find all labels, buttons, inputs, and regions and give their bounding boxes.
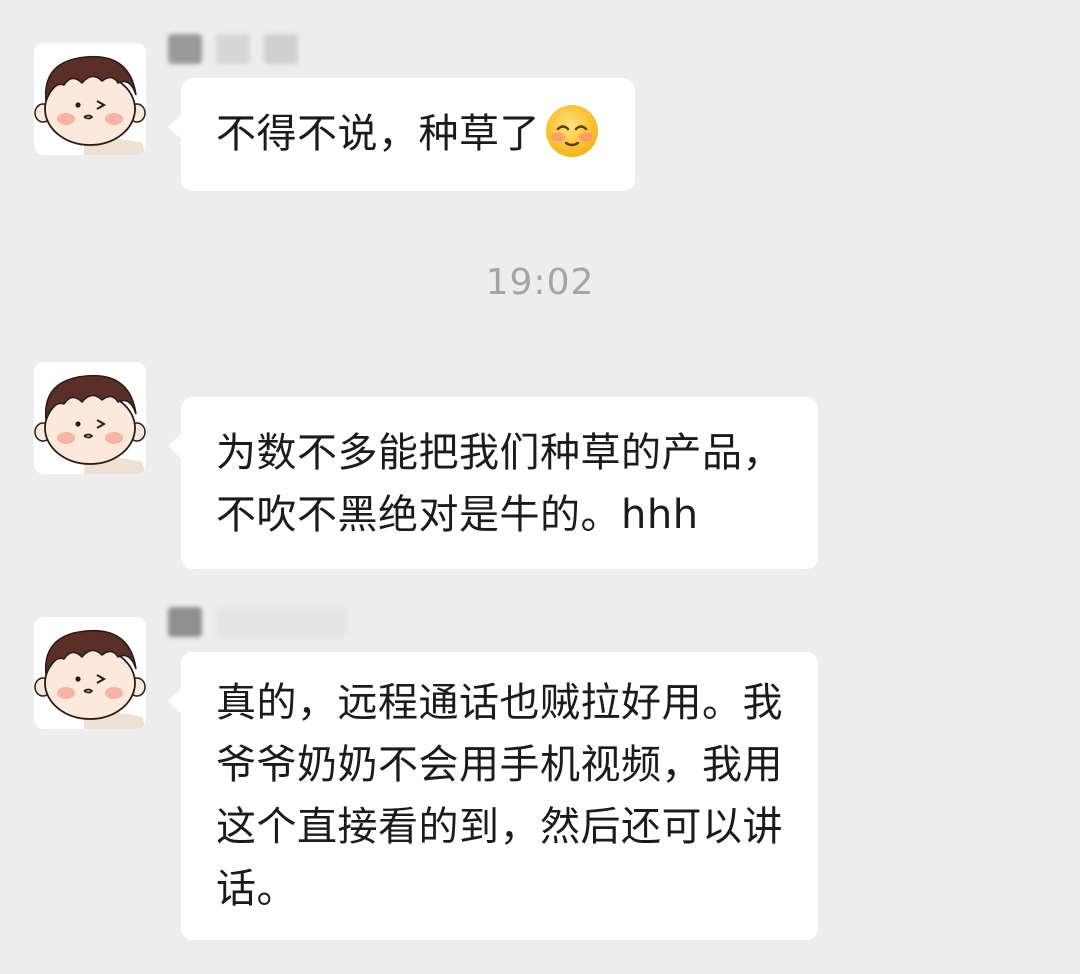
pleading-smiling-face-emoji-icon xyxy=(546,105,598,157)
timestamp: 19:02 xyxy=(485,262,595,303)
message-bubble[interactable]: 真的，远程通话也贼拉好用。我 爷爷奶奶不会用手机视频，我用 这个直接看的到，然后… xyxy=(168,652,818,940)
avatar[interactable] xyxy=(34,43,146,155)
message-bubble[interactable]: 为数不多能把我们种草的产品， 不吹不黑绝对是牛的。hhh xyxy=(168,397,818,569)
sender-name-redacted xyxy=(168,32,298,66)
message-bubble[interactable]: 不得不说，种草了 xyxy=(168,78,635,191)
message-line: 为数不多能把我们种草的产品， xyxy=(216,430,783,476)
avatar[interactable] xyxy=(34,617,146,729)
message-line: 真的，远程通话也贼拉好用。我 xyxy=(216,680,783,726)
message-line: 这个直接看的到，然后还可以讲 xyxy=(216,804,783,850)
redacted-block xyxy=(168,607,202,637)
sender-name-redacted xyxy=(168,605,346,639)
avatar[interactable] xyxy=(34,362,146,474)
redacted-block xyxy=(216,34,250,64)
chat-window: 不得不说，种草了 19:02 为数不多能把我们种草的产品， 不吹不黑绝对是牛的。… xyxy=(0,0,1080,974)
message-line: 话。 xyxy=(216,866,297,912)
redacted-block xyxy=(216,607,346,637)
redacted-block xyxy=(264,34,298,64)
redacted-block xyxy=(168,34,202,64)
message-line: 不吹不黑绝对是牛的。hhh xyxy=(216,492,699,538)
message-text: 不得不说，种草了 xyxy=(216,111,540,157)
cartoon-face-icon xyxy=(34,374,146,474)
message-line: 爷爷奶奶不会用手机视频，我用 xyxy=(216,742,783,788)
cartoon-face-icon xyxy=(34,55,146,155)
cartoon-face-icon xyxy=(34,629,146,729)
